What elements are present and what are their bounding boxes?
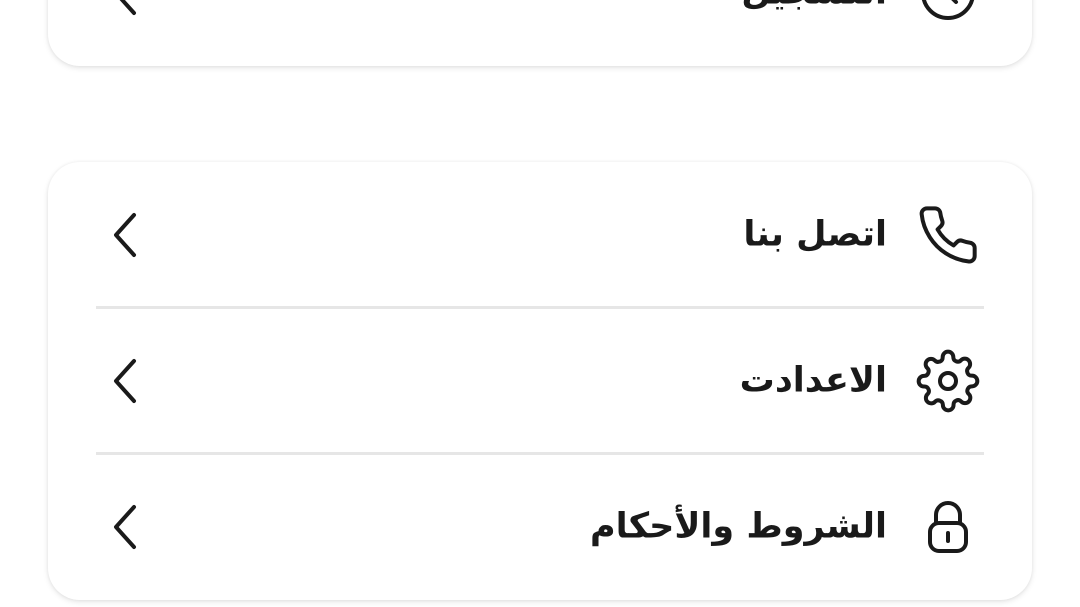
lock-icon [916, 495, 980, 559]
menu-item-terms-label: الشروط والأحكام [589, 506, 887, 547]
top-menu-card: التسجيل [48, 0, 1032, 66]
menu-item-contact-us[interactable]: اتصل بنا [48, 162, 1032, 308]
chevron-left-icon [108, 357, 144, 405]
phone-icon [916, 203, 980, 267]
chevron-left-icon [108, 0, 144, 17]
menu-item-contact-us-label: اتصل بنا [743, 214, 887, 255]
menu-item-settings-label: الاعدادت [739, 360, 887, 401]
main-menu-card: اتصل بنا الاعدادت الشروط والأحكام [48, 162, 1032, 600]
chevron-left-icon [108, 503, 144, 551]
gear-icon [916, 349, 980, 413]
menu-item-settings[interactable]: الاعدادت [48, 308, 1032, 454]
menu-item-top[interactable]: التسجيل [48, 0, 1032, 66]
clock-icon [916, 0, 980, 25]
menu-item-top-label: التسجيل [741, 0, 887, 11]
chevron-left-icon [108, 211, 144, 259]
menu-item-terms[interactable]: الشروط والأحكام [48, 454, 1032, 600]
settings-screen: التسجيل اتصل بنا [0, 0, 1080, 607]
